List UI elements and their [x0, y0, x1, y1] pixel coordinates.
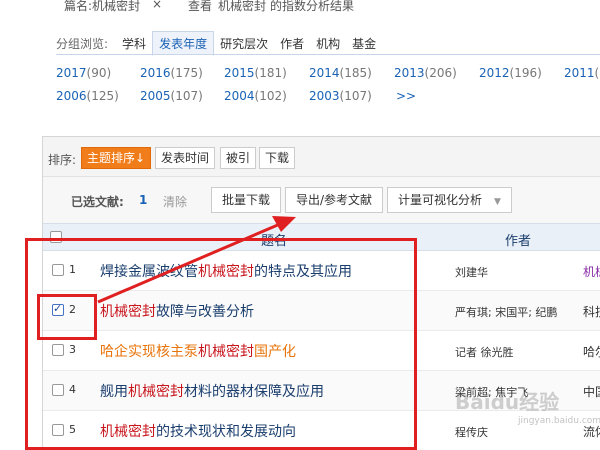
- paper-title-link[interactable]: 哈企实现核主泵机械密封国产化: [100, 341, 296, 361]
- selection-bar: 已选文献: 1 清除 批量下载 导出/参考文献 计量可视化分析 ▼: [43, 177, 600, 223]
- group-browse-label: 分组浏览:: [56, 36, 109, 51]
- paper-title-link[interactable]: 机械密封的技术现状和发展动向: [100, 421, 296, 441]
- tab-subject[interactable]: 学科: [116, 32, 152, 55]
- table-row: 1 焊接金属波纹管机械密封的特点及其应用 刘建华 机械: [43, 251, 600, 291]
- sort-bar: 排序: 主题排序↓ 发表时间 被引 下载: [43, 137, 600, 177]
- col-title-header[interactable]: 题名: [261, 230, 287, 249]
- year-link[interactable]: 2016(175): [140, 66, 203, 80]
- result-suffix: 的指数分析结果: [270, 0, 355, 13]
- year-link[interactable]: 2006(125): [56, 89, 119, 103]
- tab-research-level[interactable]: 研究层次: [214, 32, 274, 55]
- group-browse-tabs: 分组浏览: 学科 发表年度 研究层次 作者 机构 基金: [56, 30, 382, 56]
- sort-cited-button[interactable]: 被引: [220, 147, 257, 169]
- sort-label: 排序:: [48, 153, 77, 167]
- table-row: 2 机械密封故障与改善分析 严有琪; 宋国平; 纪鹏 科技: [43, 291, 600, 331]
- row-checkbox[interactable]: [52, 384, 64, 396]
- year-link[interactable]: 2012(196): [479, 66, 542, 80]
- source-link[interactable]: 机械: [583, 263, 600, 280]
- table-row: 3 哈企实现核主泵机械密封国产化 记者 徐光胜 哈尔: [43, 331, 600, 371]
- tabs-divider: [56, 54, 600, 55]
- source-link[interactable]: 哈尔: [583, 343, 600, 360]
- visual-analysis-button[interactable]: 计量可视化分析 ▼: [387, 187, 512, 213]
- row-number: 5: [69, 423, 76, 436]
- year-link[interactable]: 2003(107): [309, 89, 372, 103]
- sort-publish-time-button[interactable]: 发表时间: [155, 147, 216, 169]
- year-list: 2017(90) 2016(175) 2015(181) 2014(185) 2…: [56, 64, 600, 110]
- paper-title-link[interactable]: 机械密封故障与改善分析: [100, 301, 254, 321]
- result-keyword[interactable]: 机械密封: [218, 0, 266, 14]
- row-number: 3: [69, 343, 76, 356]
- tab-fund[interactable]: 基金: [346, 32, 382, 55]
- result-prefix: 查看: [188, 0, 213, 13]
- batch-download-button[interactable]: 批量下载: [211, 187, 282, 213]
- search-condition-bar: 篇名:机械密封 × 查看 机械密封 的指数分析结果: [0, 0, 600, 16]
- close-icon[interactable]: ×: [152, 0, 162, 11]
- row-number: 4: [69, 383, 76, 396]
- table-row: 5机械密封的技术现状和发展动向程传庆流体: [43, 411, 600, 450]
- clear-link[interactable]: 清除: [163, 193, 187, 210]
- watermark-url: jingyan.baidu.com: [518, 416, 600, 426]
- year-link[interactable]: 2011(: [564, 66, 599, 80]
- tab-institution[interactable]: 机构: [310, 32, 346, 55]
- selected-label: 已选文献:: [71, 195, 124, 209]
- row-checkbox[interactable]: [52, 344, 64, 356]
- author-link[interactable]: 刘建华: [455, 264, 488, 280]
- year-link[interactable]: 2005(107): [140, 89, 203, 103]
- sort-download-button[interactable]: 下载: [259, 147, 296, 169]
- tab-publish-year[interactable]: 发表年度: [152, 30, 215, 56]
- year-link[interactable]: 2017(90): [56, 66, 111, 80]
- row-checkbox[interactable]: [52, 264, 64, 276]
- paper-title-link[interactable]: 焊接金属波纹管机械密封的特点及其应用: [100, 261, 352, 281]
- more-years-icon[interactable]: >>: [396, 89, 416, 103]
- table-header: 题名 作者: [43, 223, 600, 251]
- row-number: 2: [69, 303, 76, 316]
- sort-topic-button[interactable]: 主题排序↓: [81, 147, 152, 169]
- year-link[interactable]: 2014(185): [309, 66, 372, 80]
- year-link[interactable]: 2004(102): [224, 89, 287, 103]
- selected-count: 1: [139, 193, 148, 207]
- row-checkbox[interactable]: [52, 424, 64, 436]
- row-checkbox[interactable]: [52, 302, 64, 316]
- tab-author[interactable]: 作者: [274, 32, 310, 55]
- author-link[interactable]: 记者 徐光胜: [455, 344, 514, 360]
- author-link[interactable]: 程传庆: [455, 424, 488, 440]
- author-link[interactable]: 严有琪; 宋国平; 纪鹏: [455, 304, 557, 320]
- row-number: 1: [69, 263, 76, 276]
- source-link[interactable]: 科技: [583, 303, 600, 320]
- source-link[interactable]: 中国: [583, 383, 600, 400]
- filter-condition: 篇名:机械密封: [64, 0, 141, 13]
- select-all-checkbox[interactable]: [50, 231, 62, 243]
- year-link[interactable]: 2015(181): [224, 66, 287, 80]
- col-author-header[interactable]: 作者: [505, 230, 531, 249]
- watermark-logo: Baidu经验: [455, 390, 560, 414]
- export-reference-button[interactable]: 导出/参考文献: [285, 187, 384, 213]
- chevron-down-icon: ▼: [494, 197, 501, 207]
- paper-title-link[interactable]: 舰用机械密封材料的器材保障及应用: [100, 381, 324, 401]
- year-link[interactable]: 2013(206): [394, 66, 457, 80]
